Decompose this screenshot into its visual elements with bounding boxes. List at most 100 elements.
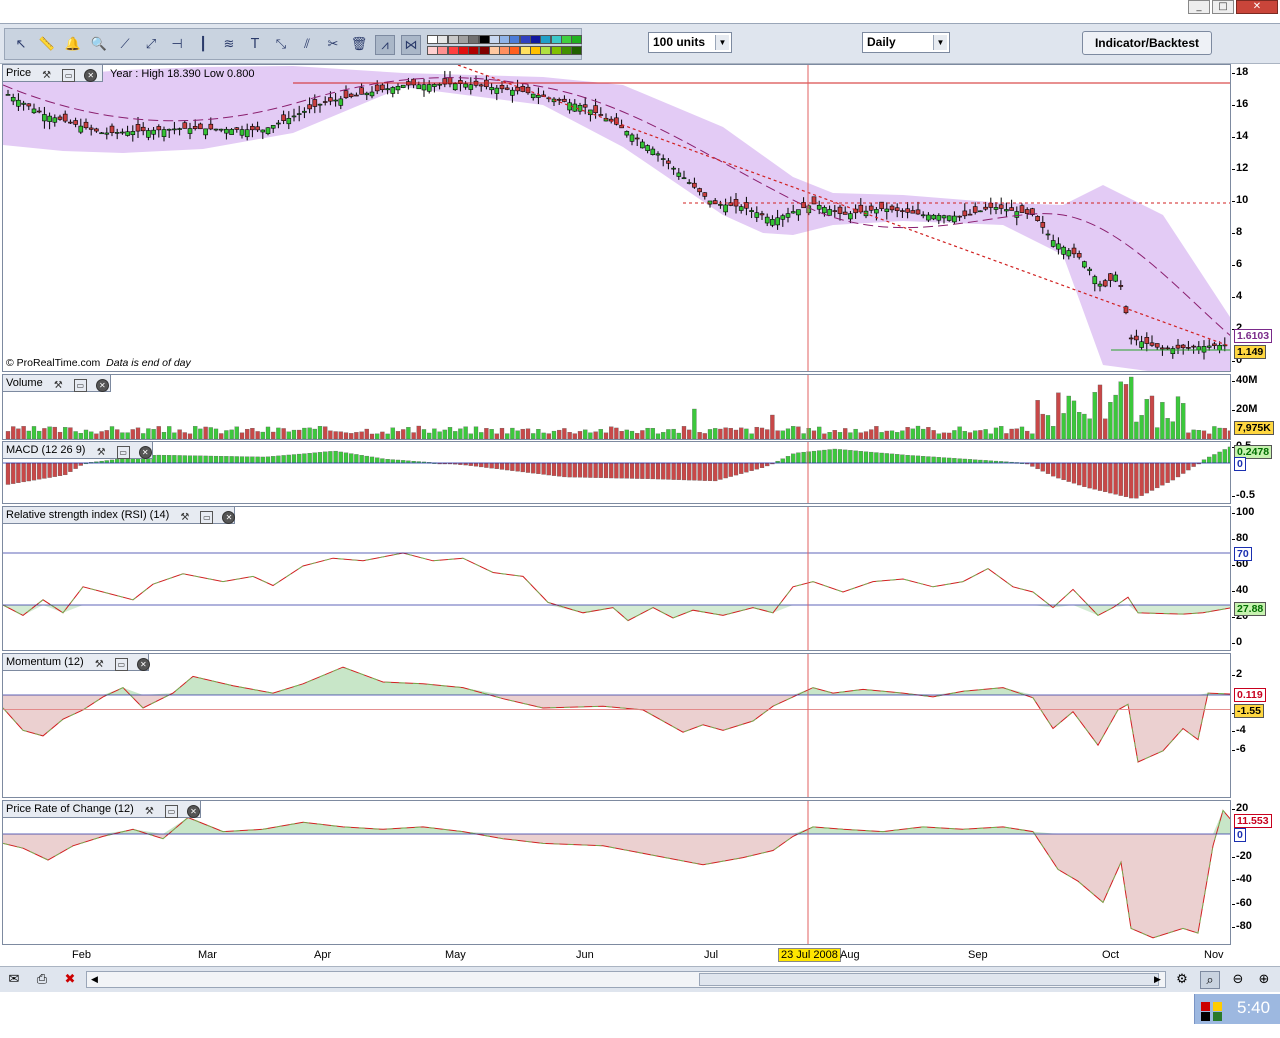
close-panel-icon[interactable]: ✕ (136, 658, 150, 671)
tray-app-icon[interactable] (1213, 1012, 1222, 1021)
volume-bar (1175, 396, 1181, 439)
triangle-pattern-icon[interactable]: ⋈ (401, 35, 421, 55)
volume-bar (988, 433, 993, 439)
taskbar-clock[interactable]: 5:40 PM (1237, 998, 1280, 1038)
zoom-out-icon[interactable]: ⊖ (1228, 971, 1248, 989)
period-select[interactable]: Daily ▼ (862, 32, 950, 53)
candle-body (10, 97, 16, 102)
candle-body (1128, 337, 1134, 340)
volume-bar (421, 429, 427, 439)
mail-icon[interactable]: ✉ (4, 971, 24, 989)
macd-bar (837, 449, 843, 464)
macd-bar (895, 454, 900, 464)
volume-bar (645, 427, 650, 439)
close-panel-icon[interactable]: ✕ (186, 805, 200, 818)
macd-bar (687, 462, 692, 481)
wrench-icon[interactable]: ⚒ (52, 380, 65, 393)
wrench-icon[interactable]: ⚒ (95, 447, 108, 460)
close-icon[interactable]: ✕ (1236, 0, 1278, 14)
color-swatch[interactable] (571, 35, 583, 44)
scroll-left-icon[interactable]: ◀ (87, 972, 102, 987)
volume-bar (271, 431, 276, 439)
candle-body (593, 105, 598, 114)
close-panel-icon[interactable]: ✕ (84, 69, 98, 82)
momentum-chart[interactable] (3, 654, 1231, 798)
print-icon[interactable]: ⎙ (32, 971, 52, 989)
chevron-down-icon[interactable]: ▼ (933, 35, 947, 50)
macd-bar (635, 462, 640, 479)
tray-app-icon[interactable] (1213, 1002, 1222, 1011)
candle-body (1082, 261, 1087, 268)
volume-bar (676, 432, 681, 439)
zoom-in-icon[interactable]: ⊕ (1254, 971, 1274, 989)
zoom-icon[interactable]: 🔍 (89, 35, 109, 55)
trendline-icon[interactable]: ⤢ (141, 35, 161, 55)
tray-app-icon[interactable] (1201, 1012, 1210, 1021)
window-icon[interactable]: ▭ (114, 658, 128, 671)
auto-trend-icon[interactable]: ⩘ (375, 35, 395, 55)
volume-bar (629, 430, 635, 439)
wrench-icon[interactable]: ⚒ (93, 659, 106, 672)
minimize-icon[interactable]: _ (1188, 0, 1210, 14)
macd-bar (1113, 462, 1118, 495)
zoom-auto-icon[interactable]: ⌕ (1200, 971, 1220, 989)
horizontal-line-icon[interactable]: ⊣ (167, 35, 187, 55)
line-tool-icon[interactable]: ⟋ (115, 35, 135, 55)
wrench-icon[interactable]: ⚒ (143, 806, 156, 819)
macd-bar (281, 455, 286, 464)
chart-settings-icon[interactable]: ⚙ (1172, 971, 1192, 989)
candle-body (94, 128, 99, 132)
volume-bar (42, 428, 47, 439)
chevron-down-icon[interactable]: ▼ (715, 35, 729, 50)
axis-tick-label: 80 (1231, 532, 1249, 544)
channel-tool-icon[interactable]: ⫽ (297, 35, 317, 55)
close-panel-icon[interactable]: ✕ (138, 446, 152, 459)
scroll-right-icon[interactable]: ▶ (1150, 972, 1165, 987)
vertical-line-icon[interactable]: ┃ (193, 35, 213, 55)
maximize-icon[interactable]: □ (1212, 0, 1234, 14)
window-icon[interactable]: ▭ (116, 446, 130, 459)
ruler-icon[interactable]: 📏 (37, 35, 57, 55)
tools-icon[interactable]: ✂ (323, 35, 343, 55)
roc-axis: 20 -20 -40 -60 -80 11.553 0 (1231, 800, 1280, 945)
macd-bar (785, 456, 791, 464)
volume-bar (125, 432, 130, 439)
cancel-order-icon[interactable]: ✖ (60, 971, 80, 989)
window-icon[interactable]: ▭ (200, 511, 214, 524)
window-icon[interactable]: ▭ (164, 805, 178, 818)
color-swatch[interactable] (571, 46, 583, 55)
macd-chart[interactable] (3, 442, 1231, 504)
candle-body (1071, 247, 1077, 255)
window-icon[interactable]: ▭ (62, 69, 76, 82)
candle-body (1113, 274, 1118, 282)
price-chart[interactable] (3, 65, 1231, 372)
volume-bar (1004, 433, 1009, 439)
pointer-icon[interactable]: ↖ (11, 35, 31, 55)
candle-body (296, 113, 302, 115)
wrench-icon[interactable]: ⚒ (178, 512, 191, 525)
bollinger-band (3, 66, 1230, 371)
macd-bar (1103, 462, 1108, 492)
text-tool-icon[interactable]: T (245, 35, 265, 55)
tray-app-icon[interactable] (1201, 1002, 1210, 1011)
close-panel-icon[interactable]: ✕ (95, 379, 109, 392)
candle-body (1160, 347, 1165, 350)
wrench-icon[interactable]: ⚒ (40, 70, 53, 83)
units-select[interactable]: 100 units ▼ (648, 32, 732, 53)
volume-chart[interactable] (3, 375, 1231, 440)
candle-body (848, 213, 853, 220)
window-icon[interactable]: ▭ (73, 379, 87, 392)
fibonacci-icon[interactable]: ≋ (219, 35, 239, 55)
scroll-thumb[interactable] (699, 973, 1159, 986)
roc-chart[interactable] (3, 801, 1231, 945)
close-panel-icon[interactable]: ✕ (222, 511, 236, 524)
candle-body (702, 192, 708, 197)
trash-icon[interactable]: 🗑 (349, 35, 369, 55)
indicator-backtest-button[interactable]: Indicator/Backtest (1082, 31, 1212, 55)
arrow-tool-icon[interactable]: ⤡ (271, 35, 291, 55)
rsi-chart[interactable] (3, 507, 1231, 651)
candle-body (400, 84, 406, 88)
volume-bar (120, 432, 125, 439)
alert-bell-icon[interactable]: 🔔 (63, 35, 83, 55)
chart-scrollbar[interactable]: ◀ ▶ (86, 971, 1166, 988)
